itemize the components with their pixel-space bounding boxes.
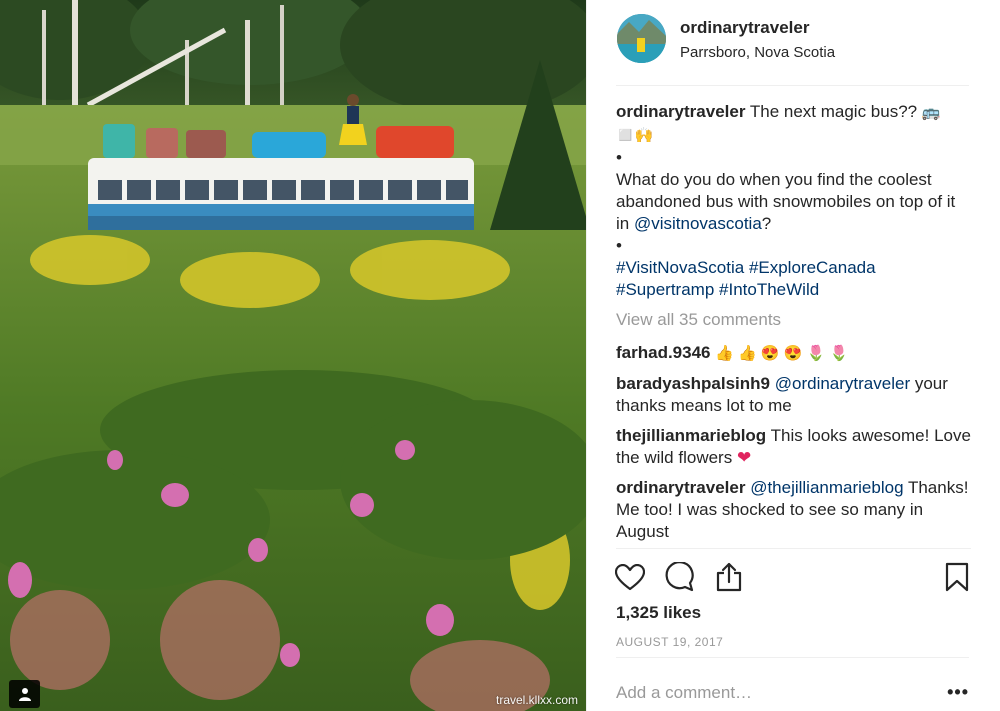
hashtag[interactable]: #Supertramp xyxy=(616,280,714,299)
comment-username[interactable]: baradyashpalsinh9 xyxy=(616,374,770,393)
comment-emojis: 👍 👍 😍 😍 🌷 🌷 xyxy=(715,345,849,362)
comment-username[interactable]: ordinarytraveler xyxy=(616,478,745,497)
caption-mention[interactable]: @visitnovascotia xyxy=(634,214,762,233)
post-actions xyxy=(614,562,973,592)
view-all-comments-link[interactable]: View all 35 comments xyxy=(616,309,971,331)
comment-mention[interactable]: @ordinarytraveler xyxy=(775,374,910,393)
post-location[interactable]: Parrsboro, Nova Scotia xyxy=(680,44,835,61)
user-tag-icon[interactable] xyxy=(9,680,40,708)
more-options-button[interactable]: ••• xyxy=(947,682,969,703)
post-photo[interactable]: travel.kllxx.com xyxy=(0,0,586,711)
caption-body-b: ? xyxy=(761,214,772,233)
caption-bullet-2: • xyxy=(616,236,622,255)
bus-meadow-photo xyxy=(0,0,586,711)
share-icon[interactable] xyxy=(713,562,745,592)
likes-count[interactable]: 1,325 likes xyxy=(616,603,701,623)
comment: farhad.9346 👍 👍 😍 😍 🌷 🌷 xyxy=(616,342,971,365)
hashtag[interactable]: #VisitNovaScotia xyxy=(616,258,744,277)
hashtag[interactable]: #ExploreCanada xyxy=(749,258,876,277)
caption-emoji-line: ◻️🙌 xyxy=(616,127,654,144)
comment-icon[interactable] xyxy=(664,562,696,592)
post-header: ordinarytraveler Parrsboro, Nova Scotia xyxy=(616,14,969,86)
bus-emoji: 🚌 xyxy=(921,104,941,121)
add-comment-input[interactable] xyxy=(616,680,916,706)
post-author-username[interactable]: ordinarytraveler xyxy=(680,18,809,38)
comment-mention[interactable]: @thejillianmarieblog xyxy=(750,478,903,497)
red-heart-emoji: ❤ xyxy=(736,448,752,467)
post-date: AUGUST 19, 2017 xyxy=(616,635,724,649)
caption-username[interactable]: ordinarytraveler xyxy=(616,102,745,121)
post-caption: ordinarytraveler The next magic bus?? 🚌 … xyxy=(616,101,971,301)
comment: thejillianmarieblog This looks awesome! … xyxy=(616,425,971,469)
comment-username[interactable]: farhad.9346 xyxy=(616,343,711,362)
comment: ordinarytraveler @thejillianmarieblog Th… xyxy=(616,477,971,543)
comment: baradyashpalsinh9 @ordinarytraveler your… xyxy=(616,373,971,417)
caption-line-1: The next magic bus?? xyxy=(745,102,922,121)
comment-username[interactable]: thejillianmarieblog xyxy=(616,426,766,445)
hashtag[interactable]: #IntoTheWild xyxy=(719,280,819,299)
bookmark-icon[interactable] xyxy=(941,562,973,592)
comments-list: ordinarytraveler The next magic bus?? 🚌 … xyxy=(616,101,971,549)
watermark: travel.kllxx.com xyxy=(495,693,578,707)
caption-bullet-1: • xyxy=(616,148,622,167)
avatar[interactable] xyxy=(617,14,666,63)
post-side-panel: ordinarytraveler Parrsboro, Nova Scotia … xyxy=(586,0,1000,711)
add-comment-box: ••• xyxy=(616,657,969,711)
heart-icon[interactable] xyxy=(614,562,646,592)
